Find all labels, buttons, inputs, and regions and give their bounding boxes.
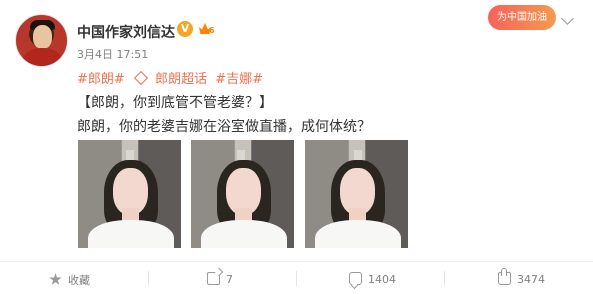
- star-icon: [49, 273, 62, 285]
- white-shirt: [201, 220, 287, 248]
- repost-count: 7: [226, 273, 233, 286]
- action-divider: [296, 271, 297, 286]
- like-button[interactable]: 3474: [498, 268, 545, 290]
- topic-tags: #郎朗# 郎朗超话 #吉娜#: [77, 68, 267, 87]
- topic-tag-jina[interactable]: #吉娜#: [215, 72, 263, 87]
- repost-icon: [207, 272, 220, 285]
- post-body-line: 郎朗，你的老婆吉娜在浴室做直播，成何体统？: [77, 119, 371, 135]
- avatar-coat: [20, 48, 65, 66]
- comment-count: 1404: [368, 273, 396, 286]
- video-thumbnail-1[interactable]: [78, 140, 181, 248]
- white-shirt: [88, 220, 174, 248]
- video-thumbnail-2[interactable]: [191, 140, 294, 248]
- topic-tag-langlang-super[interactable]: 郎朗超话: [155, 72, 207, 87]
- comment-button[interactable]: 1404: [349, 272, 396, 290]
- promo-badge[interactable]: 为中国加油: [488, 5, 556, 30]
- verified-v-icon: V: [177, 21, 193, 37]
- action-bar: 收藏 7 1404 3474: [0, 261, 593, 294]
- post-time[interactable]: 3月4日 17:51: [77, 46, 148, 62]
- member-crown-icon[interactable]: 6: [199, 21, 217, 37]
- super-topic-icon: [133, 70, 149, 86]
- action-divider: [148, 271, 149, 286]
- white-shirt: [315, 220, 401, 248]
- post-title-line: 【郎朗，你到底管不管老婆？】: [77, 95, 273, 111]
- action-divider: [444, 271, 445, 286]
- comment-icon: [349, 272, 362, 285]
- topic-tag-langlang[interactable]: #郎朗#: [77, 72, 125, 87]
- avatar-face: [33, 25, 52, 49]
- repost-button[interactable]: 7: [207, 272, 233, 290]
- weibo-post-card: 中国作家刘信达 V 6 3月4日 17:51 为中国加油 #郎朗# 郎朗超话 #…: [0, 0, 593, 294]
- thumbs-up-icon: [498, 268, 511, 285]
- member-level: 6: [209, 26, 215, 35]
- favorite-label: 收藏: [68, 274, 90, 287]
- favorite-button[interactable]: 收藏: [49, 272, 90, 290]
- chevron-down-icon[interactable]: [561, 12, 574, 25]
- author-name[interactable]: 中国作家刘信达: [77, 22, 175, 42]
- like-count: 3474: [517, 273, 545, 286]
- video-thumbnail-3[interactable]: [305, 140, 408, 248]
- avatar[interactable]: [15, 14, 68, 67]
